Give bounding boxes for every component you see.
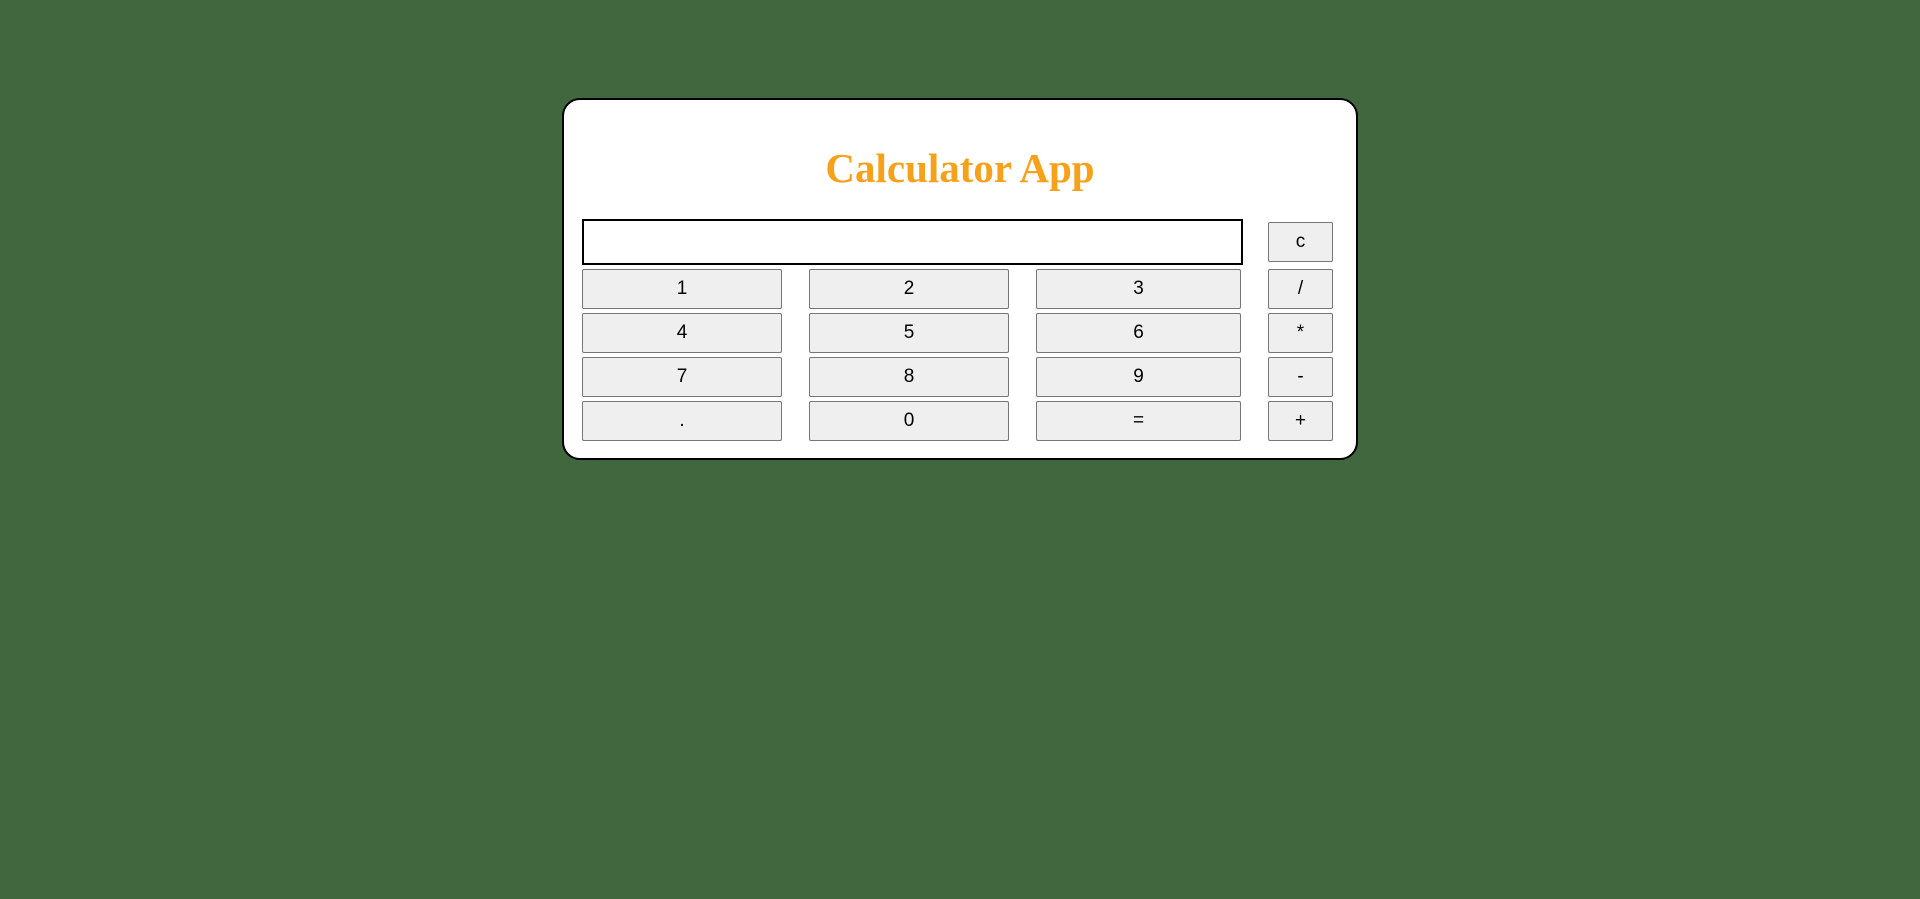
app-title: Calculator App (825, 145, 1095, 191)
digit-2-button[interactable]: 2 (809, 269, 1009, 309)
digit-1-button[interactable]: 1 (582, 269, 782, 309)
digit-4-button[interactable]: 4 (582, 313, 782, 353)
digit-3-button[interactable]: 3 (1036, 269, 1241, 309)
calculator-display[interactable] (582, 219, 1243, 265)
digit-8-button[interactable]: 8 (809, 357, 1009, 397)
digit-5-button[interactable]: 5 (809, 313, 1009, 353)
subtract-button[interactable]: - (1268, 357, 1333, 397)
multiply-button[interactable]: * (1268, 313, 1333, 353)
digit-7-button[interactable]: 7 (582, 357, 782, 397)
clear-button[interactable]: c (1268, 222, 1333, 262)
digit-0-button[interactable]: 0 (809, 401, 1009, 441)
equals-button[interactable]: = (1036, 401, 1241, 441)
digit-6-button[interactable]: 6 (1036, 313, 1241, 353)
divide-button[interactable]: / (1268, 269, 1333, 309)
calculator-card: Calculator App c 1 2 3 / 4 5 6 * 7 8 9 -… (562, 98, 1358, 460)
digit-9-button[interactable]: 9 (1036, 357, 1241, 397)
add-button[interactable]: + (1268, 401, 1333, 441)
decimal-button[interactable]: . (582, 401, 782, 441)
